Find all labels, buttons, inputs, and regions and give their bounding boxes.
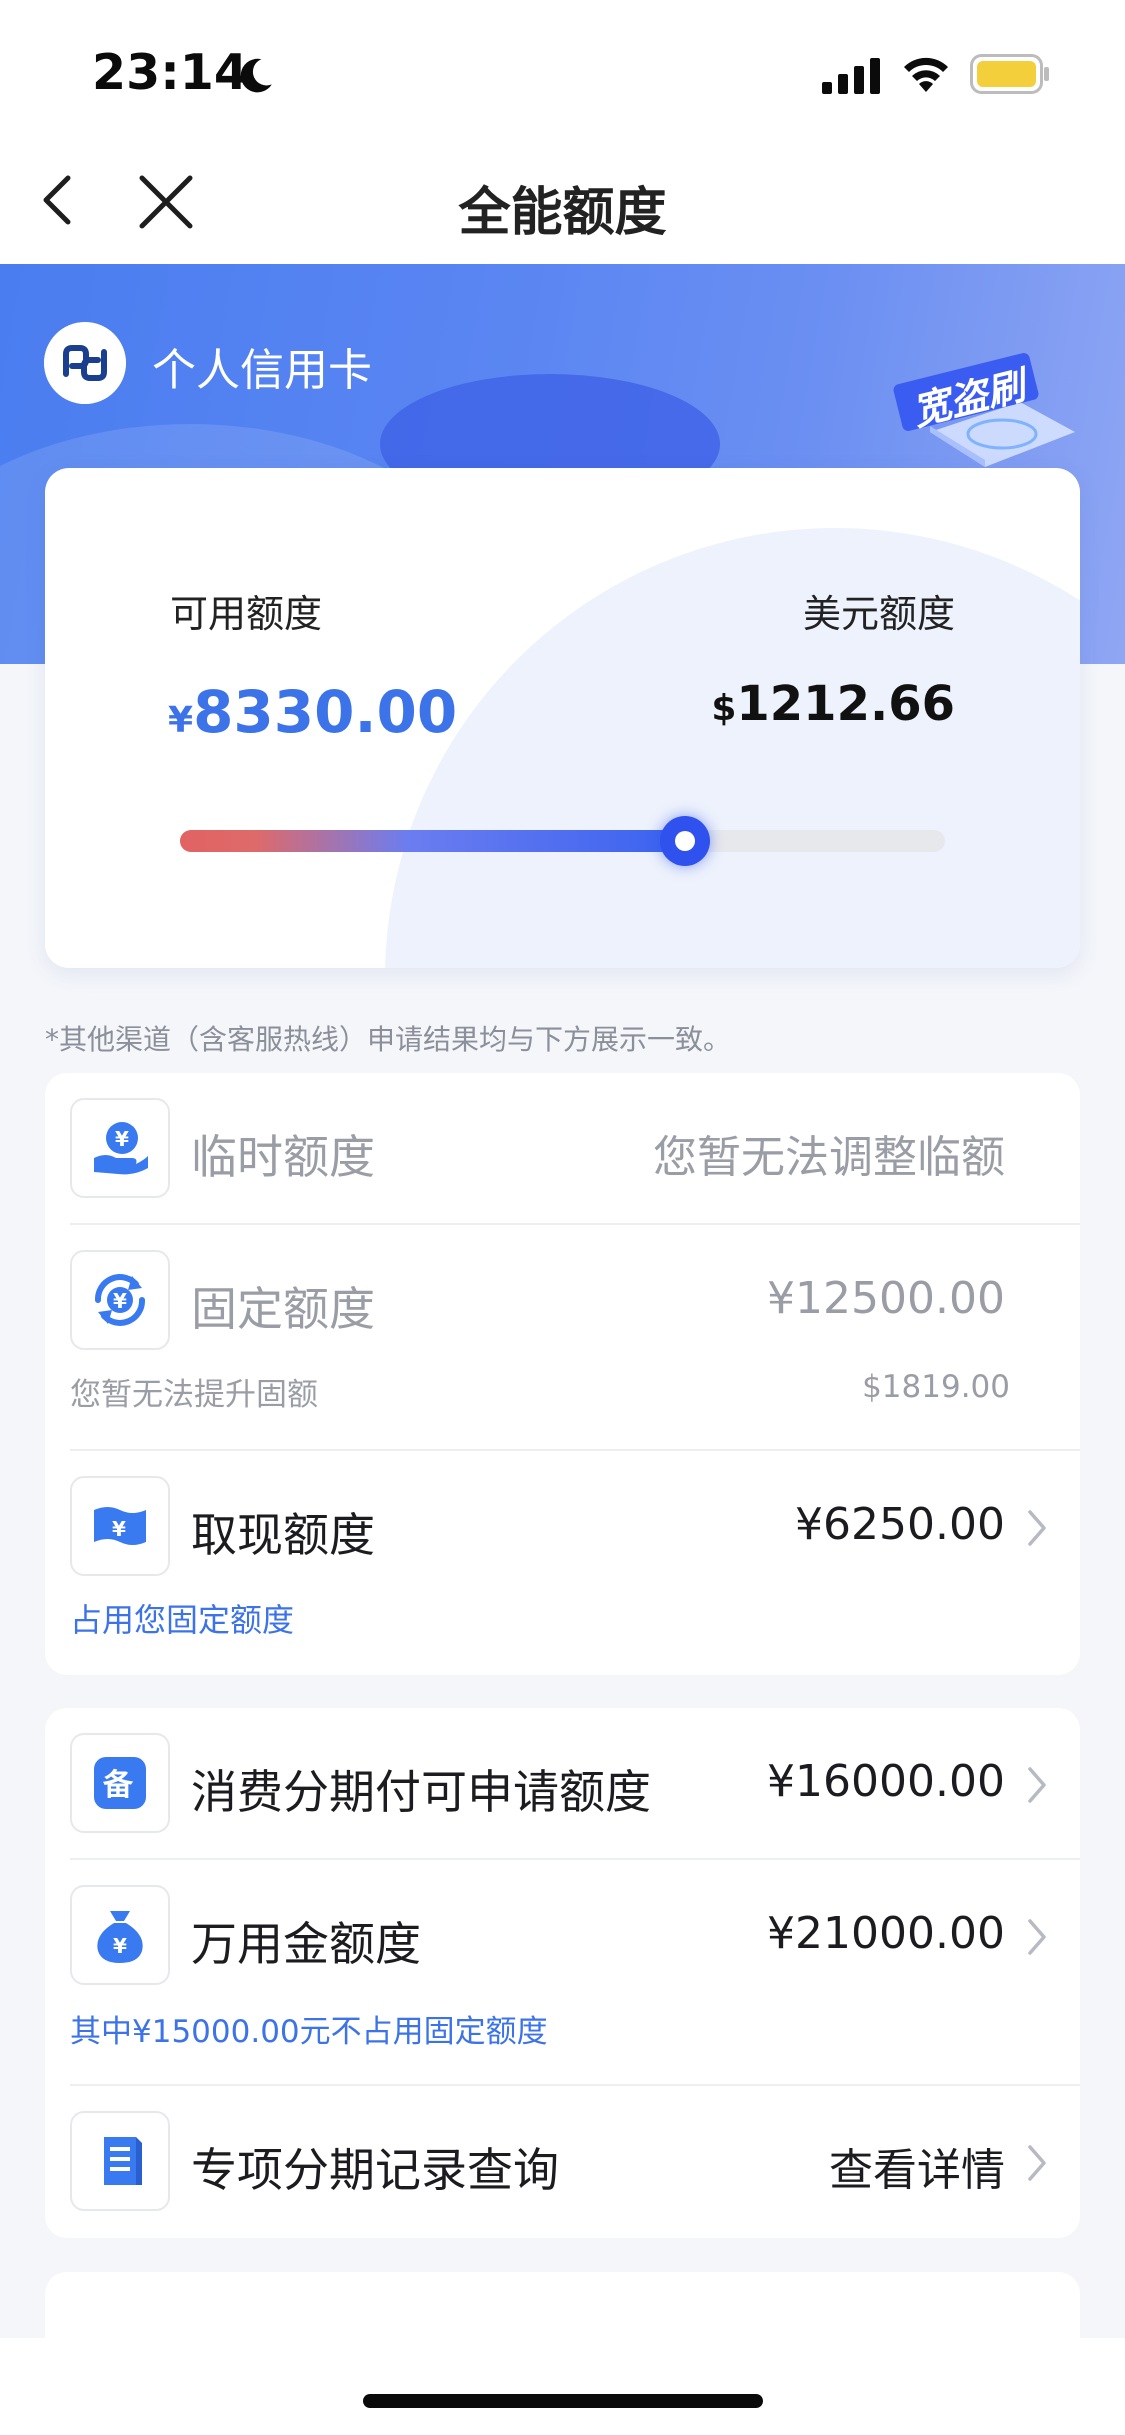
special-installment-row[interactable]: 专项分期记录查询 查看详情	[45, 2086, 1080, 2238]
consumption-installment-row[interactable]: 备 消费分期付可申请额度 ¥16000.00	[45, 1708, 1080, 1858]
temporary-limit-icon: ¥	[70, 1098, 170, 1198]
navigation-bar: 全能额度	[0, 140, 1125, 264]
cash-limit-note: 占用您固定额度	[70, 1601, 295, 1639]
limit-usage-fill	[180, 830, 685, 852]
limit-usage-thumb	[659, 816, 710, 866]
special-installment-label: 专项分期记录查询	[191, 2143, 559, 2197]
card-type-label: 个人信用卡	[152, 345, 372, 396]
temporary-limit-row: ¥ 临时额度 您暂无法调整临额	[45, 1073, 1080, 1223]
battery-icon	[970, 54, 1049, 94]
consumption-installment-label: 消费分期付可申请额度	[191, 1765, 651, 1819]
channel-notice: *其他渠道（含客服热线）申请结果均与下方展示一致。	[45, 1023, 732, 1056]
bottom-bar	[0, 2338, 1125, 2435]
temporary-limit-status: 您暂无法调整临额	[653, 1132, 1005, 1183]
fixed-limit-label: 固定额度	[191, 1282, 375, 1336]
wifi-icon	[904, 57, 948, 92]
moon-icon	[240, 58, 272, 93]
bank-logo-icon	[44, 322, 126, 404]
svg-text:¥: ¥	[115, 1127, 129, 1151]
chevron-right-icon	[1028, 1510, 1046, 1546]
view-details-link[interactable]: 查看详情	[829, 2134, 1005, 2198]
cash-limit-icon: ¥	[70, 1476, 170, 1576]
money-bag-icon: ¥	[70, 1885, 170, 1985]
chevron-right-icon	[1028, 1767, 1046, 1803]
cash-limit-row[interactable]: ¥ 取现额度 ¥6250.00 占用您固定额度	[45, 1451, 1080, 1675]
limits-list: ¥ 临时额度 您暂无法调整临额 ¥ 固定额度 ¥12500.00 您暂无法提升固…	[45, 1073, 1080, 1675]
cash-limit-amount: ¥6250.00	[795, 1499, 1005, 1550]
wanyongjin-limit-amount: ¥21000.00	[767, 1908, 1005, 1959]
limit-usage-bar	[180, 816, 945, 866]
svg-text:备: 备	[103, 1768, 134, 1803]
fixed-limit-note: 您暂无法提升固额	[70, 1377, 318, 1413]
fixed-limit-icon: ¥	[70, 1250, 170, 1350]
installments-list: 备 消费分期付可申请额度 ¥16000.00 ¥ 万用金额度 ¥21000.00	[45, 1708, 1080, 2238]
consumption-installment-icon: 备	[70, 1733, 170, 1833]
page-title: 全能额度	[458, 183, 667, 243]
wanyongjin-limit-row[interactable]: ¥ 万用金额度 ¥21000.00 其中¥15000.00元不占用固定额度	[45, 1860, 1080, 2082]
fixed-limit-usd: $1819.00	[862, 1369, 1010, 1405]
svg-text:¥: ¥	[113, 1289, 127, 1313]
available-limit-card: 可用额度 美元额度 ¥8330.00 $1212.66	[45, 468, 1080, 968]
wanyongjin-limit-label: 万用金额度	[191, 1917, 421, 1971]
screen: 23:14 全能额度 个人信用卡 宽盗刷 可用额度 美元额度 ¥8330.00 …	[0, 0, 1125, 2435]
consumption-installment-amount: ¥16000.00	[767, 1756, 1005, 1807]
status-bar: 23:14	[0, 0, 1125, 140]
usd-limit-amount: $1212.66	[711, 676, 955, 732]
anti-fraud-badge-icon: 宽盗刷	[893, 353, 1075, 467]
document-list-icon	[70, 2111, 170, 2211]
cellular-signal-icon	[822, 58, 880, 94]
available-limit-label: 可用额度	[170, 592, 323, 636]
cash-limit-label: 取现额度	[191, 1508, 375, 1562]
svg-text:¥: ¥	[113, 1934, 127, 1958]
svg-text:¥: ¥	[112, 1517, 126, 1541]
available-limit-amount: ¥8330.00	[168, 678, 458, 746]
chevron-right-icon	[1028, 1919, 1046, 1955]
home-indicator[interactable]	[363, 2394, 763, 2408]
temporary-limit-label: 临时额度	[191, 1130, 375, 1184]
chevron-right-icon	[1028, 2145, 1046, 2181]
fixed-limit-amount: ¥12500.00	[767, 1273, 1005, 1324]
usd-limit-label: 美元额度	[802, 592, 955, 636]
status-time: 23:14	[92, 44, 248, 101]
wanyongjin-limit-note: 其中¥15000.00元不占用固定额度	[70, 2014, 548, 2050]
